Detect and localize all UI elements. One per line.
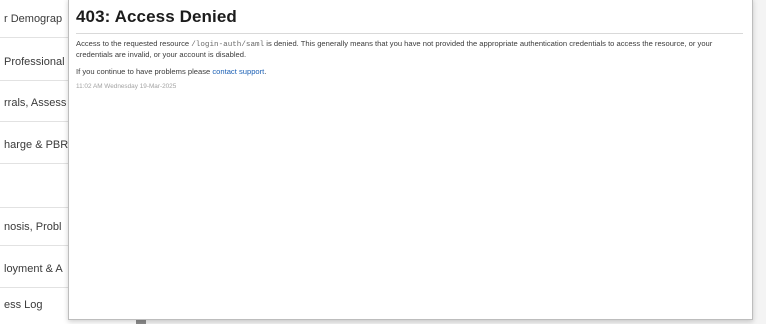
error-timestamp: 11:02 AM Wednesday 19-Mar-2025: [76, 83, 177, 90]
message-prefix: Access to the requested resource: [76, 39, 192, 48]
app-window: r Demograp Professional rrals, Assess ha…: [0, 0, 766, 324]
error-content: 403: Access Denied Access to the request…: [69, 0, 752, 90]
error-modal: 403: Access Denied Access to the request…: [68, 0, 753, 320]
help-suffix: .: [264, 67, 267, 76]
sidebar-item-label: Professional: [4, 55, 65, 68]
contact-support-link[interactable]: contact support: [212, 67, 264, 76]
help-prefix: If you continue to have problems please: [76, 67, 213, 76]
sidebar-item-label: ess Log: [4, 299, 43, 311]
error-message: Access to the requested resource /login-…: [76, 39, 743, 60]
help-text: If you continue to have problems please …: [76, 67, 745, 76]
title-divider: [76, 33, 743, 34]
sidebar-item-label: loyment & A: [4, 262, 63, 275]
error-title: 403: Access Denied: [76, 7, 237, 26]
resource-path: /login-auth/saml: [191, 41, 265, 49]
sidebar-item-label: r Demograp: [4, 12, 63, 25]
sidebar-item-label: rrals, Assess: [4, 96, 67, 109]
sidebar-item-label: nosis, Probl: [4, 220, 62, 233]
sidebar-item-label: harge & PBR: [4, 138, 69, 151]
